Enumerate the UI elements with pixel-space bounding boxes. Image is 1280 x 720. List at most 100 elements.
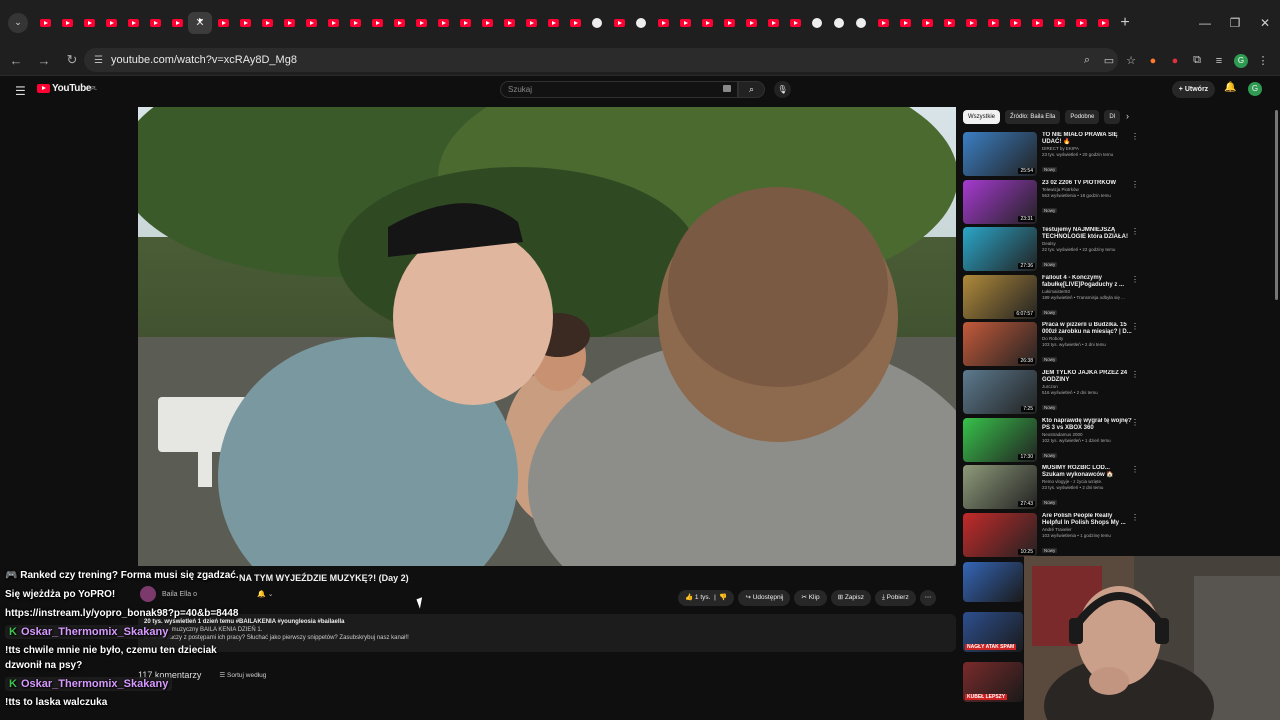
tab-search-button[interactable]: ⌄ [8, 12, 28, 33]
browser-tab[interactable] [144, 12, 166, 34]
more-options-icon[interactable]: ⋮ [1131, 418, 1139, 427]
browser-tab[interactable] [1026, 12, 1048, 34]
video-thumbnail[interactable]: 25:54 [963, 132, 1037, 176]
browser-tab[interactable] [652, 12, 674, 34]
filter-chip[interactable]: Wszystkie [963, 110, 1000, 124]
browser-profile-avatar[interactable]: G [1234, 53, 1248, 68]
recommendation-item[interactable]: 17:30 Kto naprawdę wygrał tę wojnę? PS 3 … [963, 417, 1139, 462]
browser-tab[interactable] [762, 12, 784, 34]
browser-tab[interactable] [344, 12, 366, 34]
browser-tab[interactable] [608, 12, 630, 34]
video-thumbnail[interactable]: 26:38 [963, 322, 1037, 367]
recommendation-title[interactable]: TO NIE MIAŁO PRAWA SIĘ UDAĆ! 🔥 [1042, 132, 1132, 146]
browser-tab[interactable] [34, 12, 56, 34]
recommendation-item[interactable]: 27:36 Testujemy NAJMNIEJSZĄ TECHNOLOGIE k… [963, 227, 1139, 272]
recommendation-title[interactable]: Fallout 4 - Kończymy fabułkę[LIVE]Pogadu… [1042, 275, 1132, 289]
browser-tab[interactable] [674, 12, 696, 34]
create-button[interactable]: + Utwórz [1172, 81, 1215, 98]
recommendation-item[interactable]: 23:31 23 02 2206 TV PIOTRKOW Telewizja Pio… [963, 179, 1139, 224]
browser-tab[interactable] [388, 12, 410, 34]
browser-tab[interactable] [938, 12, 960, 34]
recommendation-title[interactable]: JEM TYLKO JAJKA PRZEZ 24 GODZINY [1042, 370, 1132, 384]
video-thumbnail[interactable] [963, 562, 1023, 602]
browser-tab[interactable] [982, 12, 1004, 34]
browser-tab[interactable] [454, 12, 476, 34]
browser-tab[interactable] [828, 12, 850, 34]
browser-tab[interactable] [78, 12, 100, 34]
filter-chip[interactable]: Dl [1104, 110, 1121, 124]
browser-tab[interactable] [850, 12, 872, 34]
browser-tab[interactable] [894, 12, 916, 34]
recommendation-title[interactable]: Kto naprawdę wygrał tę wojnę? PS 3 vs XB… [1042, 418, 1132, 432]
browser-tab[interactable] [322, 12, 344, 34]
like-button[interactable]: 👍 1 tys. | 👎 [678, 590, 735, 606]
browser-tab[interactable] [498, 12, 520, 34]
more-actions-button[interactable]: ⋯ [919, 590, 937, 606]
new-tab-button[interactable]: + [1114, 14, 1136, 32]
browser-tab[interactable] [916, 12, 938, 34]
url-field[interactable]: ☰ youtube.com/watch?v=xcRAy8D_Mg8 [84, 48, 1118, 72]
browser-tab[interactable] [1048, 12, 1070, 34]
browser-tab[interactable] [432, 12, 454, 34]
video-thumbnail[interactable]: 6:07:57 [963, 274, 1037, 319]
more-options-icon[interactable]: ⋮ [1131, 132, 1139, 141]
browser-tab[interactable] [366, 12, 388, 34]
recommendation-title[interactable]: Praca w pizzerii u Budzika. 15 000zł zar… [1042, 322, 1132, 336]
filter-chip[interactable]: Podobne [1065, 110, 1100, 124]
recommendation-title[interactable]: Testujemy NAJMNIEJSZĄ TECHNOLOGIE która … [1042, 227, 1132, 241]
youtube-logo[interactable]: YouTube PL [37, 83, 97, 94]
keyboard-icon[interactable] [723, 85, 731, 92]
recommendation-item[interactable]: 10:25 Are Polish People Really Helpful In… [963, 512, 1139, 557]
video-thumbnail[interactable]: 27:36 [963, 227, 1037, 272]
browser-menu-icon[interactable]: ⋮ [1252, 54, 1274, 67]
bookmark-star-icon[interactable]: ☆ [1120, 54, 1142, 67]
recommendation-item[interactable]: 6:07:57 Fallout 4 - Kończymy fabułkę[LIVE… [963, 274, 1139, 319]
video-thumbnail[interactable]: 10:25 [963, 512, 1037, 557]
browser-tab[interactable] [166, 12, 188, 34]
search-input[interactable]: Szukaj [500, 81, 738, 98]
browser-tab[interactable] [542, 12, 564, 34]
site-info-icon[interactable]: ☰ [94, 55, 103, 66]
recommendation-item[interactable]: 25:54 TO NIE MIAŁO PRAWA SIĘ UDAĆ! 🔥 DIREC… [963, 132, 1139, 176]
account-avatar[interactable]: G [1248, 82, 1262, 96]
reload-icon[interactable]: ↻ [60, 52, 84, 68]
more-options-icon[interactable]: ⋮ [1131, 275, 1139, 284]
video-thumbnail[interactable]: 23:31 [963, 179, 1037, 224]
browser-tab[interactable] [122, 12, 144, 34]
share-button[interactable]: ↪ Udostępnij [738, 590, 791, 606]
cast-icon[interactable]: ▭ [1098, 54, 1120, 67]
browser-tab[interactable] [300, 12, 322, 34]
browser-tab[interactable] [256, 12, 278, 34]
browser-tab[interactable] [1092, 12, 1114, 34]
browser-tab[interactable] [586, 12, 608, 34]
forward-icon[interactable]: → [32, 53, 56, 68]
restore-icon[interactable]: ❐ [1220, 16, 1250, 30]
browser-tab[interactable] [960, 12, 982, 34]
search-button[interactable]: ⌕ [738, 81, 765, 98]
recommendation-item[interactable]: 27:43 MUSIMY ROZBIĆ LÓD... Szukam wykonaw… [963, 465, 1139, 510]
page-scrollbar[interactable] [1275, 110, 1278, 300]
browser-tab[interactable] [872, 12, 894, 34]
browser-tab[interactable] [1070, 12, 1092, 34]
browser-tab[interactable] [234, 12, 256, 34]
browser-tab[interactable] [520, 12, 542, 34]
browser-tab[interactable] [806, 12, 828, 34]
browser-tab[interactable] [740, 12, 762, 34]
browser-tab[interactable] [278, 12, 300, 34]
description-box[interactable]: 20 tys. wyświetleń 1 dzień temu #BAILAKE… [138, 614, 956, 652]
recommendation-title[interactable]: Are Polish People Really Helpful In Poli… [1042, 513, 1132, 527]
more-options-icon[interactable]: ⋮ [1131, 465, 1139, 474]
browser-tab[interactable] [410, 12, 432, 34]
video-player[interactable] [138, 107, 956, 566]
browser-tab[interactable] [212, 12, 234, 34]
filter-chip[interactable]: Źródło: Baila Ella [1005, 110, 1061, 124]
browser-tab[interactable] [696, 12, 718, 34]
more-options-icon[interactable]: ⋮ [1131, 180, 1139, 189]
clip-button[interactable]: ✂ Klip [794, 590, 827, 606]
browser-tab[interactable] [784, 12, 806, 34]
extensions-puzzle-icon[interactable]: ⧉ [1186, 54, 1208, 67]
recommendation-item[interactable]: 7:25 JEM TYLKO JAJKA PRZEZ 24 GODZINY Jurc… [963, 370, 1139, 414]
save-button[interactable]: ⊞ Zapisz [830, 590, 871, 606]
notifications-bell-icon[interactable]: 🔔 [1224, 82, 1236, 93]
chevron-right-icon[interactable]: › [1126, 111, 1129, 121]
